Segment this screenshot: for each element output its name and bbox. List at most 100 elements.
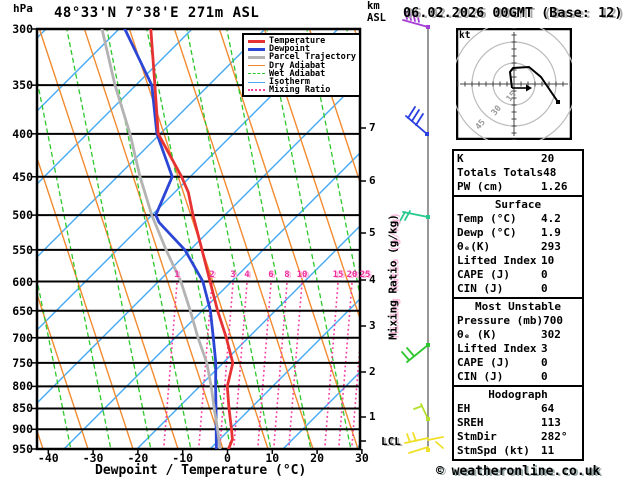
mixing-ratio-value-label: 4 xyxy=(244,270,250,280)
km-tick-label: 7 xyxy=(369,121,376,134)
pressure-tick-label: 800 xyxy=(12,379,33,394)
pressure-tick-label: 750 xyxy=(12,355,33,370)
stats-row-label: CIN (J) xyxy=(457,282,504,295)
pressure-tick-label: 300 xyxy=(12,22,33,36)
stats-row-label: θₑ (K) xyxy=(457,328,497,341)
stats-section-header: Hodograph xyxy=(488,388,548,401)
temperature-tick-label: -40 xyxy=(37,451,59,465)
stats-row: Dewp (°C) 1.9 xyxy=(457,226,579,240)
stats-row: StmSpd (kt) 11 xyxy=(457,444,579,458)
hodograph-unit-label: kt xyxy=(459,30,471,41)
stats-row: Temp (°C) 4.2 xyxy=(457,212,579,226)
stats-row-label: EH xyxy=(457,402,471,415)
stats-section: Hodograph EH 64 SREH 113 StmDir 282° StmSpd (kt… xyxy=(452,385,584,461)
wet-adiabat-lines xyxy=(37,29,360,449)
stats-row-value: 282° xyxy=(541,430,568,443)
stats-row-label: Lifted Index xyxy=(457,342,537,355)
stats-row-value: 0 xyxy=(541,356,548,369)
legend-item-label: Mixing Ratio xyxy=(269,85,331,96)
stats-row-label: CAPE (J) xyxy=(457,356,510,369)
legend-line-sample xyxy=(248,81,265,83)
legend-line-sample xyxy=(248,39,265,43)
stats-row-label: Lifted Index xyxy=(457,254,537,267)
stats-row: PW (cm) 1.26 xyxy=(457,180,579,194)
legend-line-sample xyxy=(248,73,265,75)
altitude-axis-unit: km ASL xyxy=(367,0,386,24)
stats-row-label: Totals Totals xyxy=(457,166,544,179)
legend-line-sample xyxy=(248,89,265,92)
stats-row: Lifted Index 10 xyxy=(457,254,579,268)
stats-row: Lifted Index 3 xyxy=(457,342,579,356)
mixing-ratio-value-label: 1 xyxy=(174,270,180,280)
stats-row-label: CAPE (J) xyxy=(457,268,510,281)
km-tick-label: 1 xyxy=(369,410,376,423)
pressure-tick-label: 700 xyxy=(12,330,33,345)
mixing-ratio-value-label: 8 xyxy=(284,270,290,280)
km-tick-label: 5 xyxy=(369,226,376,239)
stats-row: θₑ (K) 302 xyxy=(457,328,579,342)
stats-row-value: 11 xyxy=(541,444,555,457)
stats-section: K 20 Totals Totals 48 PW (cm) 1.26 xyxy=(452,149,584,197)
hodograph-trace-end xyxy=(556,100,560,104)
stats-row-value: 10 xyxy=(541,254,555,267)
x-axis-title: Dewpoint / Temperature (°C) xyxy=(95,463,307,478)
stats-section: Most Unstable Pressure (mb) 700 θₑ (K) 302 Li… xyxy=(452,297,584,387)
wind-barb-500hPa xyxy=(399,210,430,222)
stats-row-value: 0 xyxy=(541,268,548,281)
stats-row-value: 0 xyxy=(541,282,548,295)
pressure-tick-label: 950 xyxy=(12,442,33,456)
skewt-sounding-screen: hPa 48°33'N 7°38'E 271m ASL km ASL 06.02… xyxy=(0,0,629,486)
legend-line-sample xyxy=(248,65,265,67)
legend-line-sample xyxy=(248,47,265,51)
stats-row-value: 113 xyxy=(541,416,561,429)
pressure-tick-label: 400 xyxy=(12,126,33,141)
stats-row-label: K xyxy=(457,152,464,165)
pressure-tick-label: 650 xyxy=(12,303,33,318)
mixing-ratio-value-label: 20 xyxy=(346,270,358,280)
pressure-tick-label: 900 xyxy=(12,422,33,437)
stats-row-label: StmSpd (kt) xyxy=(457,444,530,457)
legend-line-sample xyxy=(248,55,265,59)
stats-row-value: 1.9 xyxy=(541,226,561,239)
mixing-ratio-value-label: 3 xyxy=(230,270,236,280)
run-datetime: 06.02.2026 00GMT (Base: 12) xyxy=(403,5,623,21)
mixing-ratio-value-label: 10 xyxy=(296,270,308,280)
legend-item: Mixing Ratio xyxy=(248,86,359,94)
wind-barb-400hPa xyxy=(405,106,429,136)
stats-row: StmDir 282° xyxy=(457,430,579,444)
stats-row-value: 4.2 xyxy=(541,212,561,225)
stats-row: Totals Totals 48 xyxy=(457,166,579,180)
stats-row: CIN (J) 0 xyxy=(457,370,579,384)
stats-row-label: CIN (J) xyxy=(457,370,504,383)
wind-barb-700hPa xyxy=(401,343,430,363)
stats-row-value: 700 xyxy=(543,314,563,327)
wind-barb-surface xyxy=(404,432,444,454)
pressure-tick-label: 450 xyxy=(12,169,33,184)
stats-row-label: Pressure (mb) xyxy=(457,314,544,327)
stats-row: CAPE (J) 0 xyxy=(457,356,579,370)
pressure-tick-label: 600 xyxy=(12,274,33,289)
stats-row: θₑ(K) 293 xyxy=(457,240,579,254)
hodograph: 153045 xyxy=(456,28,572,140)
stats-section-header: Most Unstable xyxy=(474,300,562,313)
mixing-ratio-value-label: 2 xyxy=(209,270,215,280)
temperature-tick-label: 20 xyxy=(310,451,325,465)
stats-row-value: 48 xyxy=(543,166,557,179)
stats-row: K 20 xyxy=(457,152,579,166)
stats-row-value: 1.26 xyxy=(541,180,568,193)
pressure-tick-label: 350 xyxy=(12,78,33,93)
stats-row-label: SREH xyxy=(457,416,484,429)
lcl-label: LCL xyxy=(381,435,401,448)
stats-section: Surface Temp (°C) 4.2 Dewp (°C) 1.9 θₑ(K) 293 L… xyxy=(452,195,584,299)
km-tick-label: 3 xyxy=(369,319,376,332)
stats-row-label: PW (cm) xyxy=(457,180,504,193)
stats-row-label: Temp (°C) xyxy=(457,212,517,225)
pressure-tick-label: 550 xyxy=(12,242,33,257)
stats-row: Pressure (mb) 700 xyxy=(457,314,579,328)
copyright: © weatheronline.co.uk xyxy=(436,464,601,479)
stats-row-value: 302 xyxy=(541,328,561,341)
km-unit: km xyxy=(367,0,380,12)
stats-row-value: 3 xyxy=(541,342,548,355)
mixing-ratio-axis-label: Mixing Ratio (g/kg) xyxy=(386,214,400,340)
pressure-tick-label: 500 xyxy=(12,208,33,223)
